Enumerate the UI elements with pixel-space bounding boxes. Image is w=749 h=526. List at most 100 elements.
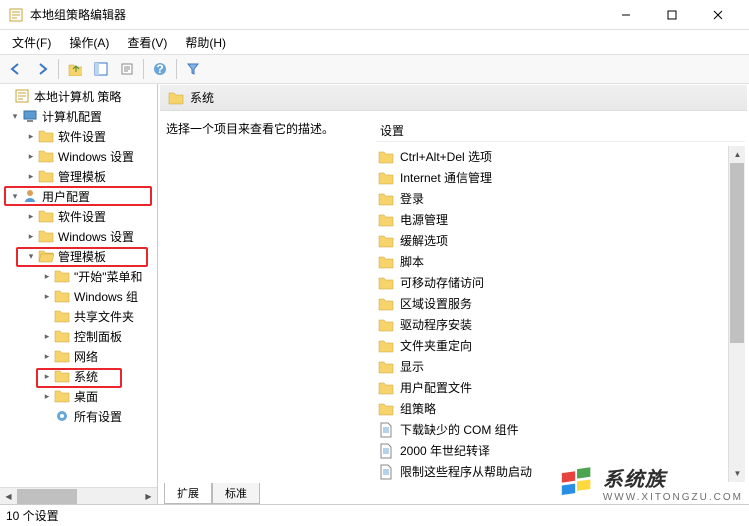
tree-label: 网络 <box>74 348 98 365</box>
watermark-text: 系统族 <box>603 469 666 491</box>
folder-icon <box>378 338 394 354</box>
list-item-label: 驱动程序安装 <box>400 316 472 333</box>
forward-button[interactable] <box>30 57 54 81</box>
description-prompt: 选择一个项目来查看它的描述。 <box>166 120 366 137</box>
minimize-button[interactable] <box>603 0 649 30</box>
list-item-label: 用户配置文件 <box>400 379 472 396</box>
folder-icon <box>38 128 54 144</box>
tree-label: 软件设置 <box>58 208 106 225</box>
settings-list-column: 设置 Ctrl+Alt+Del 选项 Internet 通信管理 登录 电源管理… <box>376 120 745 482</box>
list-item[interactable]: Ctrl+Alt+Del 选项 <box>376 146 745 167</box>
tree-user-config[interactable]: ▾用户配置 <box>0 186 157 206</box>
toolbar: ? <box>0 54 749 84</box>
menu-view[interactable]: 查看(V) <box>119 32 175 53</box>
list-item-label: Ctrl+Alt+Del 选项 <box>400 148 492 165</box>
maximize-button[interactable] <box>649 0 695 30</box>
scroll-left-icon[interactable]: ◀ <box>0 488 17 504</box>
back-button[interactable] <box>4 57 28 81</box>
tree-horizontal-scrollbar[interactable]: ◀ ▶ <box>0 487 157 504</box>
file-icon <box>378 422 394 438</box>
list-item-label: 区域设置服务 <box>400 295 472 312</box>
scrollbar-thumb[interactable] <box>730 163 744 343</box>
list-item-label: 电源管理 <box>400 211 448 228</box>
close-button[interactable] <box>695 0 741 30</box>
titlebar: 本地组策略编辑器 <box>0 0 749 30</box>
window-title: 本地组策略编辑器 <box>30 6 603 23</box>
folder-icon <box>54 328 70 344</box>
tree-uc-system[interactable]: ▸系统 <box>0 366 157 386</box>
watermark: 系统族 WWW.XITONGZU.COM <box>559 463 743 503</box>
tree-cc-software[interactable]: ▸软件设置 <box>0 126 157 146</box>
list-item[interactable]: 2000 年世纪转译 <box>376 440 745 461</box>
tree-cc-windows[interactable]: ▸Windows 设置 <box>0 146 157 166</box>
list-item[interactable]: 下载缺少的 COM 组件 <box>376 419 745 440</box>
app-icon <box>8 7 24 23</box>
list-item-label: Internet 通信管理 <box>400 169 492 186</box>
folder-icon <box>54 308 70 324</box>
tab-extended[interactable]: 扩展 <box>164 483 212 504</box>
scroll-up-icon[interactable]: ▲ <box>729 146 745 163</box>
computer-icon <box>22 108 38 124</box>
content-area: 本地计算机 策略 ▾计算机配置 ▸软件设置 ▸Windows 设置 ▸管理模板 … <box>0 84 749 504</box>
list-item[interactable]: 显示 <box>376 356 745 377</box>
folder-icon <box>378 380 394 396</box>
vertical-scrollbar[interactable]: ▲ ▼ <box>728 146 745 482</box>
folder-icon <box>54 388 70 404</box>
tree-label: 软件设置 <box>58 128 106 145</box>
tree-uc-allsettings[interactable]: 所有设置 <box>0 406 157 426</box>
tree-root[interactable]: 本地计算机 策略 <box>0 86 157 106</box>
list-item[interactable]: 登录 <box>376 188 745 209</box>
tree-uc-cpanel[interactable]: ▸控制面板 <box>0 326 157 346</box>
tree-computer-config[interactable]: ▾计算机配置 <box>0 106 157 126</box>
menu-help[interactable]: 帮助(H) <box>177 32 234 53</box>
folder-icon <box>378 317 394 333</box>
watermark-logo-icon <box>559 464 597 502</box>
list-item[interactable]: 电源管理 <box>376 209 745 230</box>
tree-label: 所有设置 <box>74 408 122 425</box>
tree-uc-network[interactable]: ▸网络 <box>0 346 157 366</box>
tree-uc-desktop[interactable]: ▸桌面 <box>0 386 157 406</box>
folder-icon <box>378 170 394 186</box>
menu-action[interactable]: 操作(A) <box>61 32 117 53</box>
tree-uc-wincomp[interactable]: ▸Windows 组 <box>0 286 157 306</box>
details-header: 系统 <box>160 85 747 111</box>
tree-uc-software[interactable]: ▸软件设置 <box>0 206 157 226</box>
list-item[interactable]: 区域设置服务 <box>376 293 745 314</box>
show-hide-tree-button[interactable] <box>89 57 113 81</box>
properties-button[interactable] <box>115 57 139 81</box>
filter-button[interactable] <box>181 57 205 81</box>
list-item[interactable]: 脚本 <box>376 251 745 272</box>
list-item[interactable]: 文件夹重定向 <box>376 335 745 356</box>
list-item[interactable]: 组策略 <box>376 398 745 419</box>
list-item[interactable]: 驱动程序安装 <box>376 314 745 335</box>
folder-icon <box>168 90 184 106</box>
up-button[interactable] <box>63 57 87 81</box>
description-column: 选择一个项目来查看它的描述。 <box>166 120 376 482</box>
list-item[interactable]: 可移动存储访问 <box>376 272 745 293</box>
tree-uc-start[interactable]: ▸"开始"菜单和 <box>0 266 157 286</box>
menu-file[interactable]: 文件(F) <box>4 32 59 53</box>
tree-cc-admin[interactable]: ▸管理模板 <box>0 166 157 186</box>
list-item-label: 限制这些程序从帮助启动 <box>400 463 532 480</box>
folder-open-icon <box>38 248 54 264</box>
scroll-right-icon[interactable]: ▶ <box>140 488 157 504</box>
list-item-label: 可移动存储访问 <box>400 274 484 291</box>
list-item-label: 文件夹重定向 <box>400 337 472 354</box>
list-item[interactable]: 用户配置文件 <box>376 377 745 398</box>
scrollbar-thumb[interactable] <box>17 489 77 504</box>
menubar: 文件(F) 操作(A) 查看(V) 帮助(H) <box>0 30 749 54</box>
tree-label: 计算机配置 <box>42 108 102 125</box>
list-item[interactable]: Internet 通信管理 <box>376 167 745 188</box>
tree-uc-windows[interactable]: ▸Windows 设置 <box>0 226 157 246</box>
help-button[interactable]: ? <box>148 57 172 81</box>
file-icon <box>378 464 394 480</box>
tab-standard[interactable]: 标准 <box>212 483 260 504</box>
tree-label: 桌面 <box>74 388 98 405</box>
list-item[interactable]: 缓解选项 <box>376 230 745 251</box>
column-header-setting[interactable]: 设置 <box>376 120 745 142</box>
tree-uc-share[interactable]: 共享文件夹 <box>0 306 157 326</box>
list-item-label: 脚本 <box>400 253 424 270</box>
folder-icon <box>378 191 394 207</box>
tree-uc-admin[interactable]: ▾管理模板 <box>0 246 157 266</box>
folder-icon <box>54 288 70 304</box>
